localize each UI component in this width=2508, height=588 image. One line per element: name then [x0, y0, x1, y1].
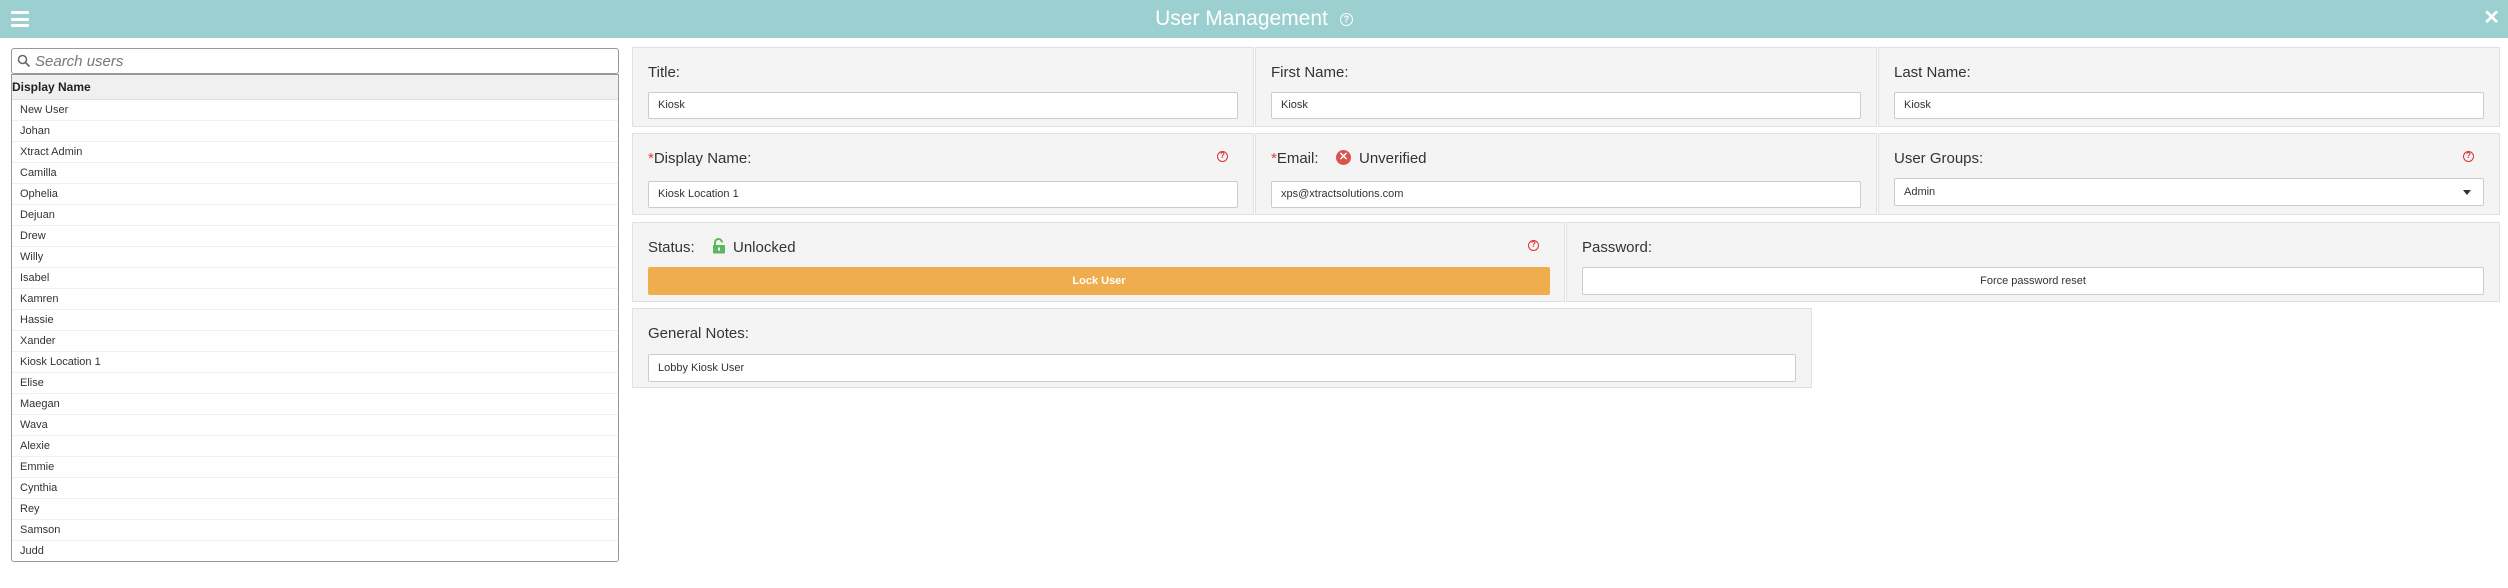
list-item[interactable]: Wava — [12, 415, 618, 436]
user-groups-selected: Admin — [1904, 186, 1936, 198]
list-item[interactable]: Hassie — [12, 310, 618, 331]
list-item[interactable]: Isabel — [12, 268, 618, 289]
app-header: User Management ? ✕ — [0, 0, 2508, 38]
list-item[interactable]: Rey — [12, 499, 618, 520]
list-item[interactable]: Cynthia — [12, 478, 618, 499]
help-icon[interactable]: ? — [1528, 240, 1539, 251]
list-item[interactable]: Kamren — [12, 289, 618, 310]
list-item[interactable]: Alexie — [12, 436, 618, 457]
first-name-field[interactable]: Kiosk — [1271, 92, 1861, 119]
email-field[interactable]: xps@xtractsolutions.com — [1271, 181, 1861, 208]
help-icon[interactable]: ? — [2463, 151, 2474, 162]
lock-user-button[interactable]: Lock User — [648, 267, 1550, 295]
password-label: Password: — [1582, 239, 1653, 256]
search-box — [11, 48, 619, 74]
email-label: *Email: — [1271, 150, 1319, 167]
list-item[interactable]: Willy — [12, 247, 618, 268]
list-item[interactable]: Xtract Admin — [12, 142, 618, 163]
list-item[interactable]: Elise — [12, 373, 618, 394]
list-item[interactable]: Maegan — [12, 394, 618, 415]
x-circle-icon: ✕ — [1336, 150, 1351, 165]
help-icon[interactable]: ? — [1339, 12, 1353, 26]
title-card: Title: Kiosk — [632, 47, 1254, 127]
email-card: *Email: ✕ Unverified xps@xtractsolutions… — [1255, 133, 1877, 215]
list-item[interactable]: Xander — [12, 331, 618, 352]
status-label: Status: — [648, 239, 695, 256]
list-item[interactable]: Judd — [12, 541, 618, 561]
general-notes-field[interactable]: Lobby Kiosk User — [648, 354, 1796, 382]
last-name-field[interactable]: Kiosk — [1894, 92, 2484, 119]
chevron-down-icon — [2463, 190, 2471, 195]
search-icon — [17, 54, 31, 68]
list-header-display-name[interactable]: Display Name — [12, 75, 618, 100]
list-item[interactable]: Drew — [12, 226, 618, 247]
email-status: Unverified — [1359, 150, 1427, 167]
first-name-label: First Name: — [1271, 64, 1349, 81]
display-name-field[interactable]: Kiosk Location 1 — [648, 181, 1238, 208]
search-input[interactable] — [35, 52, 595, 70]
first-name-card: First Name: Kiosk — [1255, 47, 1877, 127]
user-list: Display Name New User Johan Xtract Admin Ca… — [11, 74, 619, 562]
password-card: Password: Force password reset — [1566, 222, 2500, 302]
display-name-card: *Display Name: ? Kiosk Location 1 — [632, 133, 1254, 215]
help-icon[interactable]: ? — [1217, 151, 1228, 162]
user-groups-select[interactable]: Admin — [1894, 178, 2484, 206]
email-label-text: Email: — [1276, 150, 1319, 167]
title-field[interactable]: Kiosk — [648, 92, 1238, 119]
list-item[interactable]: New User — [12, 100, 618, 121]
general-notes-card: General Notes: Lobby Kiosk User — [632, 308, 1812, 388]
force-password-reset-button[interactable]: Force password reset — [1582, 267, 2484, 295]
page-title: User Management — [1155, 7, 1328, 30]
list-item[interactable]: Samson — [12, 520, 618, 541]
title-label: Title: — [648, 64, 680, 81]
close-icon[interactable]: ✕ — [2483, 8, 2500, 28]
last-name-card: Last Name: Kiosk — [1878, 47, 2500, 127]
last-name-label: Last Name: — [1894, 64, 1971, 81]
hamburger-menu-icon[interactable] — [11, 11, 29, 27]
list-item[interactable]: Johan — [12, 121, 618, 142]
list-item[interactable]: Emmie — [12, 457, 618, 478]
list-item[interactable]: Camilla — [12, 163, 618, 184]
list-item[interactable]: Dejuan — [12, 205, 618, 226]
user-groups-card: User Groups: ? Admin — [1878, 133, 2500, 215]
unlock-icon — [713, 238, 725, 254]
list-item[interactable]: Ophelia — [12, 184, 618, 205]
display-name-label: *Display Name: — [648, 150, 751, 167]
list-item[interactable]: Kiosk Location 1 — [12, 352, 618, 373]
status-value: Unlocked — [733, 239, 796, 256]
general-notes-label: General Notes: — [648, 325, 749, 342]
display-name-label-text: Display Name: — [653, 150, 752, 167]
status-card: Status: Unlocked ? Lock User — [632, 222, 1565, 302]
user-groups-label: User Groups: — [1894, 150, 1984, 167]
